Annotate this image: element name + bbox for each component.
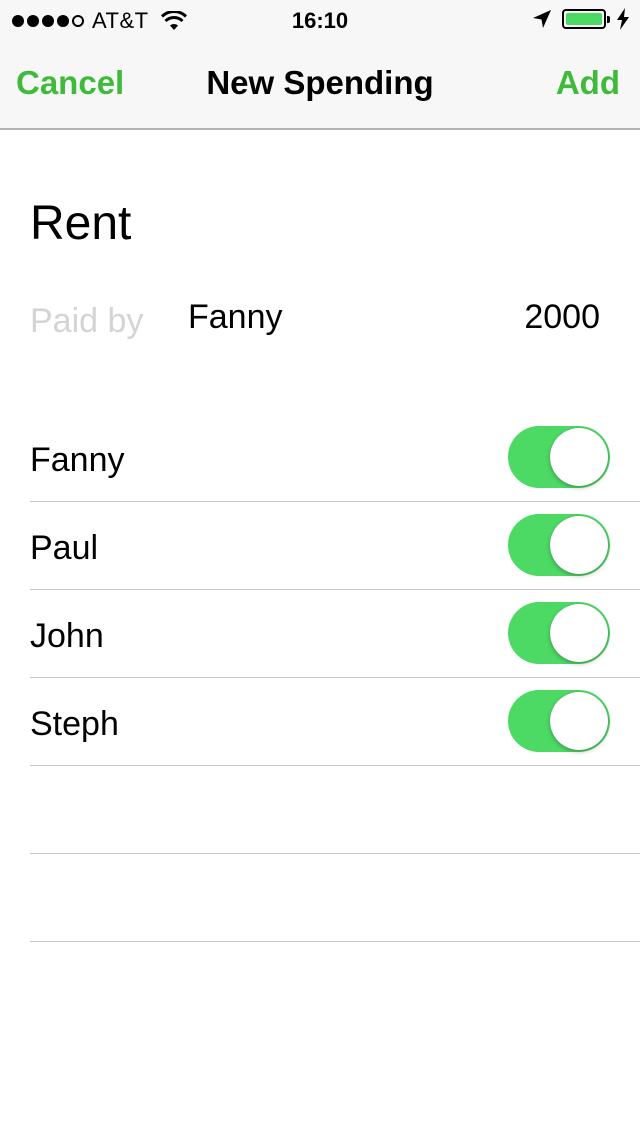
charging-bolt-icon <box>617 8 629 30</box>
participant-name: John <box>30 617 104 655</box>
participant-name: Steph <box>30 705 119 743</box>
add-button[interactable]: Add <box>556 64 620 102</box>
toggle-knob <box>550 428 608 486</box>
toggle-knob <box>550 516 608 574</box>
participant-toggle[interactable] <box>508 426 610 488</box>
battery-icon <box>562 9 610 29</box>
participant-toggle[interactable] <box>508 602 610 664</box>
list-item: John <box>30 590 640 678</box>
paid-by-label: Paid by <box>30 302 144 340</box>
cancel-button[interactable]: Cancel <box>16 64 124 102</box>
location-arrow-icon <box>533 10 551 28</box>
status-right <box>532 8 630 30</box>
participant-name: Paul <box>30 529 99 567</box>
amount-field[interactable]: 2000 <box>524 298 600 337</box>
toggle-knob <box>550 604 608 662</box>
navigation-bar: Cancel New Spending Add <box>0 40 640 130</box>
participant-toggle[interactable] <box>508 514 610 576</box>
participants-list: Fanny Paul John Steph <box>30 414 640 942</box>
battery-level <box>566 13 602 25</box>
list-item: Paul <box>30 502 640 590</box>
participant-name: Fanny <box>30 441 125 479</box>
spending-name-field[interactable]: Rent <box>30 196 131 251</box>
toggle-knob <box>550 692 608 750</box>
empty-list-row <box>30 766 640 854</box>
list-item: Steph <box>30 678 640 766</box>
payer-selector[interactable]: Fanny <box>188 298 283 337</box>
empty-list-row <box>30 854 640 942</box>
list-item: Fanny <box>30 414 640 502</box>
participant-toggle[interactable] <box>508 690 610 752</box>
status-bar: AT&T 16:10 <box>0 0 640 40</box>
